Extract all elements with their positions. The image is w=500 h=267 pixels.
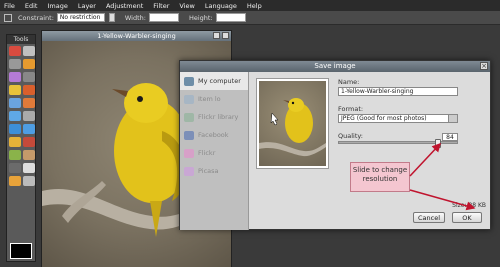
dialog-title-bar[interactable]: Save image × <box>180 61 490 72</box>
name-input[interactable]: 1-Yellow-Warbler-singing <box>338 87 458 96</box>
destination-my-computer[interactable]: My computer <box>180 72 248 90</box>
dialog-title: Save image <box>314 62 356 70</box>
crop-icon[interactable] <box>4 13 12 22</box>
destination-label: Flickr library <box>198 113 239 121</box>
hand-tool-icon[interactable] <box>9 176 21 186</box>
quality-slider[interactable] <box>338 139 458 148</box>
marquee-tool-icon[interactable] <box>9 59 21 69</box>
destination-flickr-library[interactable]: Flickr library <box>180 108 248 126</box>
options-toolbar: Constraint: No restriction Width: Height… <box>0 11 500 25</box>
width-label: Width: <box>124 13 146 22</box>
pencil-tool-icon[interactable] <box>23 72 35 82</box>
save-image-dialog: Save image × My computer Item lo Flickr … <box>179 60 491 230</box>
menu-adjustment[interactable]: Adjustment <box>106 2 143 10</box>
menu-file[interactable]: File <box>4 2 15 10</box>
wand-tool-icon[interactable] <box>9 72 21 82</box>
save-options: Name: 1-Yellow-Warbler-singing Format: J… <box>338 78 488 148</box>
width-input[interactable] <box>148 13 179 22</box>
destination-item-lo[interactable]: Item lo <box>180 90 248 108</box>
destination-label: Item lo <box>198 95 221 103</box>
redeye-tool-icon[interactable] <box>23 150 35 160</box>
name-label: Name: <box>338 78 360 86</box>
close-icon[interactable] <box>222 32 229 39</box>
image-preview <box>256 78 329 169</box>
color-swatch[interactable] <box>10 243 32 259</box>
bucket-tool-icon[interactable] <box>23 98 35 108</box>
maximize-icon[interactable] <box>213 32 220 39</box>
menu-view[interactable]: View <box>179 2 194 10</box>
menu-help[interactable]: Help <box>247 2 262 10</box>
drop-tool-icon[interactable] <box>9 124 21 134</box>
quality-input[interactable]: 84 <box>442 132 458 141</box>
picasa-icon <box>184 166 194 176</box>
gradient-tool-icon[interactable] <box>9 111 21 121</box>
menu-image[interactable]: Image <box>47 2 67 10</box>
destination-label: My computer <box>198 77 241 85</box>
server-icon <box>184 94 194 104</box>
format-label: Format: <box>338 105 364 113</box>
destination-label: Picasa <box>198 167 219 175</box>
slide-callout: Slide to change resolution <box>350 162 410 192</box>
destination-picasa[interactable]: Picasa <box>180 162 248 180</box>
file-size: Size: 88 KB <box>452 202 486 209</box>
constraint-select[interactable]: No restriction <box>56 13 105 22</box>
menu-filter[interactable]: Filter <box>153 2 169 10</box>
document-title: 1-Yellow-Warbler-singing <box>97 32 176 40</box>
menu-edit[interactable]: Edit <box>25 2 38 10</box>
save-destination-sidebar: My computer Item lo Flickr library Faceb… <box>180 72 249 230</box>
preview-warbler-illustration <box>259 98 326 157</box>
move-tool-icon[interactable] <box>23 46 35 56</box>
blur-tool-icon[interactable] <box>23 111 35 121</box>
destination-flickr[interactable]: Flickr <box>180 144 248 162</box>
crop-tool-icon[interactable] <box>9 46 21 56</box>
destination-label: Flickr <box>198 149 216 157</box>
constraint-dropdown-icon[interactable] <box>108 13 115 22</box>
tools-panel: Tools <box>6 34 36 262</box>
brush-tool-icon[interactable] <box>9 85 21 95</box>
quality-label: Quality: <box>338 132 363 140</box>
flickr-icon <box>184 148 194 158</box>
destination-label: Facebook <box>198 131 229 139</box>
picker-tool-icon[interactable] <box>9 163 21 173</box>
quality-slider-thumb[interactable] <box>434 139 441 148</box>
lasso-tool-icon[interactable] <box>23 59 35 69</box>
cancel-button[interactable]: Cancel <box>413 212 445 223</box>
burn-tool-icon[interactable] <box>23 137 35 147</box>
menu-bar: File Edit Image Layer Adjustment Filter … <box>0 0 500 11</box>
document-title-bar[interactable]: 1-Yellow-Warbler-singing <box>42 31 231 41</box>
tools-title: Tools <box>7 35 35 44</box>
computer-icon <box>184 76 194 86</box>
menu-layer[interactable]: Layer <box>78 2 96 10</box>
sponge-tool-icon[interactable] <box>9 150 21 160</box>
text-tool-icon[interactable] <box>23 163 35 173</box>
format-select[interactable]: JPEG (Good for most photos) <box>338 114 458 123</box>
constraint-label: Constraint: <box>18 13 54 22</box>
facebook-icon <box>184 130 194 140</box>
sharpen-tool-icon[interactable] <box>23 124 35 134</box>
destination-facebook[interactable]: Facebook <box>180 126 248 144</box>
clone-tool-icon[interactable] <box>23 85 35 95</box>
zoom-tool-icon[interactable] <box>23 176 35 186</box>
eraser-tool-icon[interactable] <box>9 98 21 108</box>
dodge-tool-icon[interactable] <box>9 137 21 147</box>
library-icon <box>184 112 194 122</box>
dialog-close-icon[interactable]: × <box>480 62 488 70</box>
ok-button[interactable]: OK <box>452 212 482 223</box>
height-label: Height: <box>188 13 213 22</box>
menu-language[interactable]: Language <box>205 2 237 10</box>
height-input[interactable] <box>215 13 246 22</box>
